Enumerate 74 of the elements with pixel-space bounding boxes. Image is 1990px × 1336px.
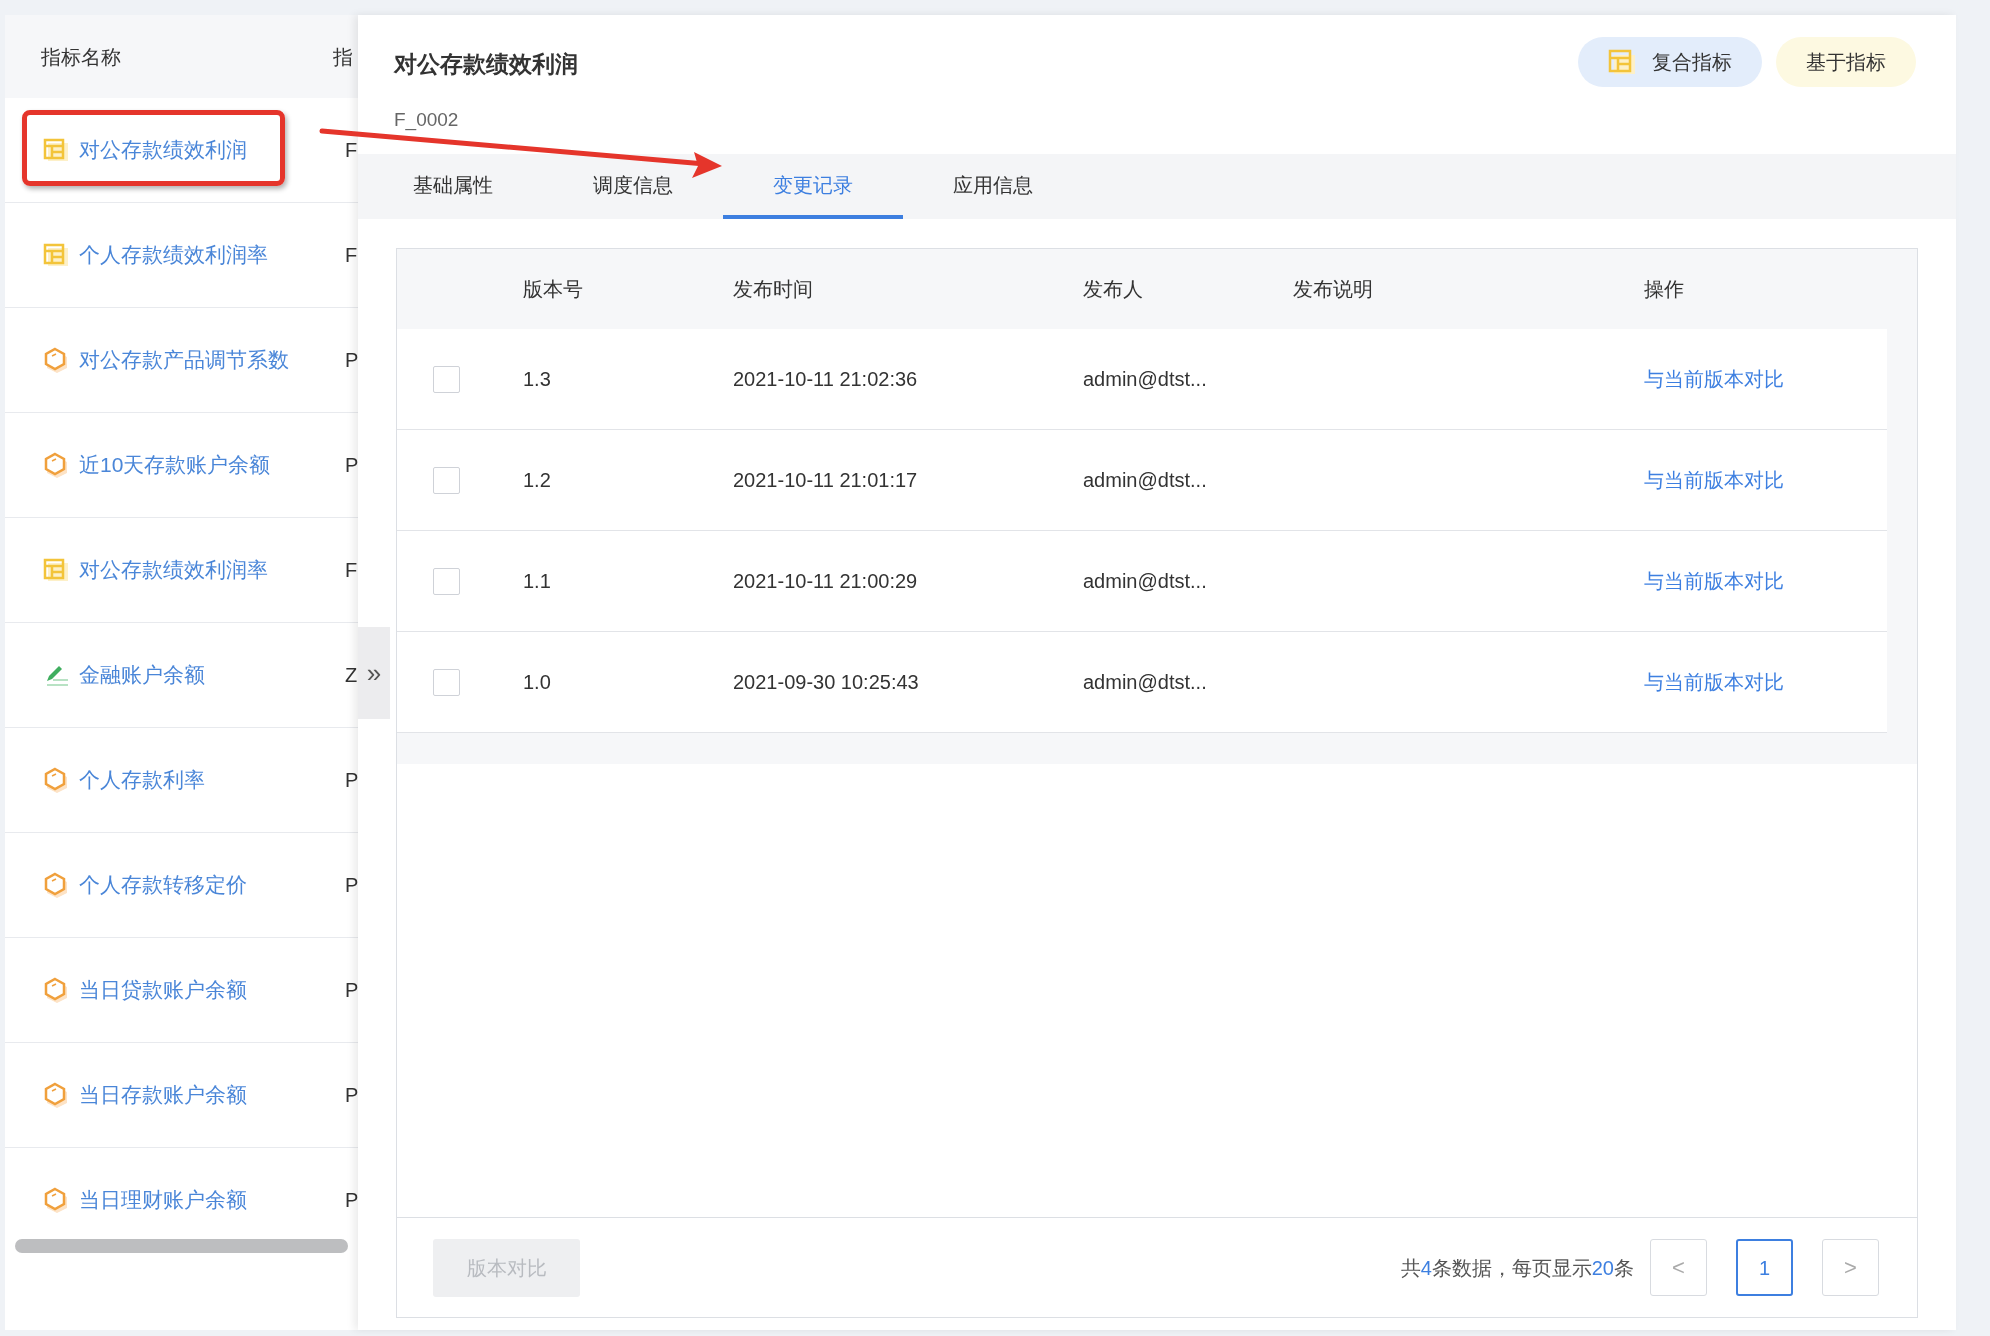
indicator-link[interactable]: 当日存款账户余额 <box>79 1079 247 1111</box>
table-cell-text: P <box>345 348 358 373</box>
table-cell-text: admin@dtst... <box>1083 367 1208 392</box>
hexagon-icon <box>43 1082 69 1108</box>
expand-toggle[interactable]: » <box>358 627 390 719</box>
row-checkbox[interactable] <box>433 365 460 393</box>
indicator-link[interactable]: 金融账户余额 <box>79 659 205 691</box>
tab[interactable]: 变更记录 <box>723 154 903 219</box>
compare-link[interactable]: 与当前版本对比 <box>1644 667 1784 697</box>
table-cell-text: 1.0 <box>523 670 552 695</box>
column-header: 指 <box>333 44 353 70</box>
tab[interactable]: 基础属性 <box>363 154 543 219</box>
table-cell-text: P <box>345 768 358 793</box>
table-cell-text: Z <box>345 663 358 688</box>
table-cell-text: 2021-10-11 21:02:36 <box>733 367 919 392</box>
scrollbar[interactable] <box>15 1239 348 1253</box>
table-cell-text: 2021-10-11 21:01:17 <box>733 468 919 493</box>
indicator-code: F_0002 <box>394 107 460 133</box>
indicator-link[interactable]: 个人存款绩效利润率 <box>79 239 268 271</box>
column-header: 指标名称 <box>40 44 122 70</box>
table-cell-text: P <box>345 1188 358 1213</box>
hexagon-icon <box>43 767 69 793</box>
table-cell-text: F <box>345 243 358 268</box>
column-header: 发布说明 <box>1293 277 1374 302</box>
indicator-badge: 复合指标 <box>1578 37 1762 87</box>
indicator-link[interactable]: 个人存款转移定价 <box>79 869 247 901</box>
hexagon-icon <box>43 872 69 898</box>
table-cell-text: 2021-10-11 21:00:29 <box>733 569 919 594</box>
table-cell-text: F <box>345 558 358 583</box>
compare-link[interactable]: 与当前版本对比 <box>1644 465 1784 495</box>
table-cell-text: admin@dtst... <box>1083 468 1208 493</box>
indicator-link[interactable]: 近10天存款账户余额 <box>79 449 271 481</box>
grid-icon <box>43 558 69 582</box>
hexagon-icon <box>43 977 69 1003</box>
table-cell-text: 1.2 <box>523 468 552 493</box>
column-header: 操作 <box>1644 277 1684 302</box>
indicator-link[interactable]: 当日理财账户余额 <box>79 1184 247 1216</box>
indicator-link[interactable]: 个人存款利率 <box>79 764 205 796</box>
table-cell-text: 2021-09-30 10:25:43 <box>733 670 920 695</box>
tab[interactable]: 应用信息 <box>903 154 1083 219</box>
indicator-title: 对公存款绩效利润 <box>394 50 578 79</box>
tab[interactable]: 调度信息 <box>543 154 723 219</box>
hexagon-icon <box>43 347 69 373</box>
table-cell-text: P <box>345 873 358 898</box>
table-cell-text: 1.1 <box>523 569 552 594</box>
column-header: 发布人 <box>1083 277 1144 302</box>
grid-icon <box>1608 49 1636 75</box>
table-cell-text: F <box>345 138 358 163</box>
grid-icon <box>43 138 69 162</box>
compare-link[interactable]: 与当前版本对比 <box>1644 364 1784 394</box>
row-checkbox[interactable] <box>433 567 460 595</box>
previous-page-button[interactable]: < <box>1650 1239 1707 1296</box>
grid-icon <box>43 243 69 267</box>
indicator-link[interactable]: 当日贷款账户余额 <box>79 974 247 1006</box>
indicator-badge: 基于指标 <box>1776 37 1916 87</box>
table-cell-text: P <box>345 453 358 478</box>
page-button[interactable]: 1 <box>1736 1239 1793 1296</box>
table-cell-text: P <box>345 978 358 1003</box>
column-header: 发布时间 <box>733 277 814 302</box>
row-checkbox[interactable] <box>433 466 460 494</box>
table-cell-text: P <box>345 1083 358 1108</box>
column-header: 版本号 <box>523 277 584 302</box>
table-cell-text: admin@dtst... <box>1083 670 1208 695</box>
table-cell-text: 1.3 <box>523 367 552 392</box>
next-page-button[interactable]: > <box>1822 1239 1879 1296</box>
compare-link[interactable]: 与当前版本对比 <box>1644 566 1784 596</box>
table-cell-text: admin@dtst... <box>1083 569 1208 594</box>
indicator-link[interactable]: 对公存款绩效利润 <box>79 134 247 166</box>
indicator-link[interactable]: 对公存款绩效利润率 <box>79 554 268 586</box>
pagination-summary: 共4条数据，每页显示20条 <box>1400 1255 1634 1281</box>
hexagon-icon <box>43 452 69 478</box>
row-checkbox[interactable] <box>433 668 460 696</box>
hexagon-icon <box>43 1187 69 1213</box>
indicator-link[interactable]: 对公存款产品调节系数 <box>79 344 289 376</box>
